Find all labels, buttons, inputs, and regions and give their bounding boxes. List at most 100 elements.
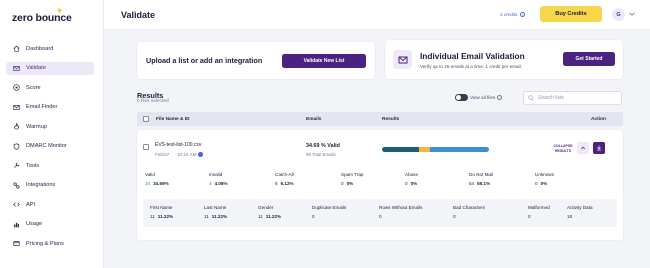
sidebar-item-score[interactable]: Score [6,81,94,94]
detail-activity-data: Activity Data 18 [567,205,593,220]
get-started-button[interactable]: Get Started [563,52,615,66]
sidebar-item-tools[interactable]: Tools [6,159,94,172]
detail-count: 0 [528,214,531,219]
toggle-switch[interactable] [455,94,468,101]
detail-count: 0 [453,214,456,219]
sidebar-item-label: Tools [26,162,40,169]
sidebar-item-usage[interactable]: Usage [6,218,94,231]
zerobounce-logo[interactable]: zero bounce [12,7,72,24]
bolt-icon [56,7,63,14]
row-checkbox[interactable] [143,144,149,150]
info-icon[interactable] [497,95,503,100]
detail-malformed: Malformed 0 [528,205,550,220]
sidebar-nav: Dashboard Validate Score Email Finder Wa… [6,42,94,257]
detail-value: 11 11.22% [204,214,227,219]
shield-icon [12,142,20,150]
results-table-header: File Name & ID Emails Results Action [137,112,623,126]
sidebar-item-integrations[interactable]: Integrations [6,179,94,192]
detail-last-name: Last Name 11 11.22% [204,205,227,220]
buy-credits-button[interactable]: Buy Credits [540,6,602,22]
detail-label: Malformed [528,205,550,210]
total-emails: 98 Total Emails [306,152,336,157]
detail-first-name: First Name 11 11.22% [150,205,173,220]
home-icon [12,45,20,53]
sidebar-item-label: DMARC Monitor [26,143,67,149]
table-row: EVS-test-list-100.csv Feb/27 10:24 AM 34… [137,130,623,240]
sidebar-item-label: Dashboard [26,45,54,52]
stat-percent: 6.12% [280,181,294,186]
email-finder-icon [12,103,20,111]
sidebar-item-pricing-plans[interactable]: Pricing & Plans [6,237,94,250]
file-date: Feb/27 [155,152,170,157]
file-time: 10:24 AM [177,152,203,157]
search-placeholder: Search lists [538,95,564,101]
sidebar-item-dashboard[interactable]: Dashboard [6,42,94,55]
info-icon[interactable]: i [520,12,526,17]
column-file: File Name & ID [156,116,190,122]
detail-value: 0 [453,214,459,219]
collapse-results-button[interactable]: COLLAPSE RESULTS [549,144,577,156]
column-emails: Emails [306,116,322,122]
download-button[interactable] [593,142,605,154]
sidebar-item-email-finder[interactable]: Email Finder [6,101,94,114]
detail-value: 0 [312,214,318,219]
sidebar-item-label: Pricing & Plans [26,240,64,247]
individual-validation-title: Individual Email Validation [420,51,525,61]
files-selected-count: 0 files selected [137,99,169,104]
stat-label: Do Not Mail [469,172,493,177]
stat-label: Spam Trap [341,172,364,177]
individual-validation-card: Individual Email Validation Verify up to… [385,40,623,79]
page-title: Validate [121,10,156,20]
detail-value: 0 [379,214,385,219]
search-icon [528,95,534,101]
stat-value: 54 55.1% [469,181,490,186]
stat-label: Invalid [209,172,223,177]
sidebar-item-validate[interactable]: Validate [6,61,94,75]
stat-percent: 0% [410,181,418,186]
valid-percentage: 34.69 % Valid [306,143,340,149]
detail-percent: 11.22% [265,214,282,219]
sidebar-item-label: API [26,201,36,208]
validate-new-list-button[interactable]: Validate New List [282,54,366,68]
api-icon [12,201,20,209]
stat-percent: 55.1% [477,181,491,186]
chevron-up-button[interactable] [577,142,589,154]
detail-gender: Gender 11 11.22% [258,205,281,220]
stat-abuse: Abuse 0 0% [405,172,418,187]
results-bar [382,147,489,152]
detail-count: 11 [204,214,209,219]
stat-label: Valid [145,172,155,177]
chevron-down-icon[interactable] [628,10,636,18]
stat-catch-all: Catch-All 6 6.12% [275,172,294,187]
download-icon [596,145,602,151]
file-time-text: 10:24 AM [177,152,197,157]
envelope-icon [393,50,412,69]
search-input[interactable]: Search lists [523,91,622,105]
stat-unknown: Unknown 0 0% [535,172,554,187]
stat-count: 0 [405,181,408,186]
select-all-checkbox[interactable] [143,116,149,122]
sidebar-item-dmarc-monitor[interactable]: DMARC Monitor [6,140,94,153]
detail-count: 18 [567,214,573,219]
detail-value: 11 11.22% [150,214,173,219]
view-all-files-toggle[interactable]: View all files [455,94,503,101]
upload-card: Upload a list or add an integration Vali… [137,42,375,79]
avatar[interactable]: G [612,8,625,21]
stat-valid: Valid 34 34.69% [145,172,169,187]
sidebar-item-label: Usage [26,221,43,227]
detail-bad-characters: Bad Characters 0 [453,205,485,220]
file-name[interactable]: EVS-test-list-100.csv [155,142,201,148]
detail-count: 11 [258,214,263,219]
chevron-up-icon [580,146,586,150]
view-all-label: View all files [470,95,496,100]
sidebar-item-warmup[interactable]: Warmup [6,120,94,133]
detail-label: First Name [150,205,173,210]
detail-label: Gender [258,205,274,210]
stat-count: 6 [275,181,278,186]
credits-indicator[interactable]: 2 credits i [500,12,526,17]
detail-percent: 11.22% [211,214,228,219]
sidebar-item-label: Integrations [26,182,56,188]
sidebar-item-api[interactable]: API [6,198,94,211]
detail-label: Activity Data [567,205,593,210]
stat-count: 34 [145,181,151,186]
